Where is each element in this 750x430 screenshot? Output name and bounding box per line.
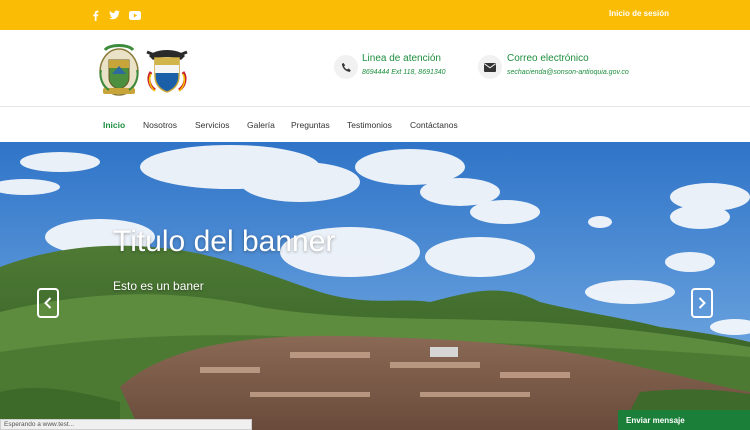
nav-item-preguntas[interactable]: Preguntas bbox=[291, 120, 330, 130]
twitter-icon[interactable] bbox=[109, 0, 120, 30]
nav-item-contactanos[interactable]: Contáctanos bbox=[410, 120, 458, 130]
banner-next-button[interactable] bbox=[691, 288, 713, 318]
top-bar: Inicio de sesión bbox=[0, 0, 750, 30]
email-detail[interactable]: sechacienda@sonson-antioquia.gov.co bbox=[507, 69, 629, 76]
nav-item-galeria[interactable]: Galería bbox=[247, 120, 275, 130]
facebook-icon[interactable] bbox=[92, 0, 99, 30]
main-nav: Inicio Nosotros Servicios Galería Pregun… bbox=[0, 108, 750, 142]
phone-detail: 8694444 Ext 118, 8691340 bbox=[362, 69, 446, 76]
colombia-coat-of-arms-logo[interactable] bbox=[145, 42, 189, 103]
nav-item-servicios[interactable]: Servicios bbox=[195, 120, 229, 130]
site-header: Linea de atención 8694444 Ext 118, 86913… bbox=[0, 30, 750, 107]
browser-status-bar: Esperando a www.test... bbox=[0, 419, 252, 430]
hero-banner: Titulo del banner Esto es un baner bbox=[0, 142, 750, 430]
login-link[interactable]: Inicio de sesión bbox=[609, 9, 669, 18]
nav-item-inicio[interactable]: Inicio bbox=[103, 120, 125, 130]
envelope-icon bbox=[478, 55, 502, 79]
phone-title: Linea de atención bbox=[362, 53, 441, 64]
banner-title: Titulo del banner bbox=[113, 225, 336, 258]
youtube-icon[interactable] bbox=[129, 0, 141, 30]
banner-prev-button[interactable] bbox=[37, 288, 59, 318]
phone-icon bbox=[334, 55, 358, 79]
chevron-right-icon bbox=[698, 297, 706, 309]
nav-item-testimonios[interactable]: Testimonios bbox=[347, 120, 392, 130]
nav-item-nosotros[interactable]: Nosotros bbox=[143, 120, 177, 130]
municipal-coat-of-arms-logo[interactable] bbox=[97, 42, 141, 103]
chevron-left-icon bbox=[44, 297, 52, 309]
banner-subtitle: Esto es un baner bbox=[113, 279, 204, 293]
send-message-button[interactable]: Enviar mensaje bbox=[618, 410, 750, 430]
email-title: Correo electrónico bbox=[507, 53, 589, 64]
